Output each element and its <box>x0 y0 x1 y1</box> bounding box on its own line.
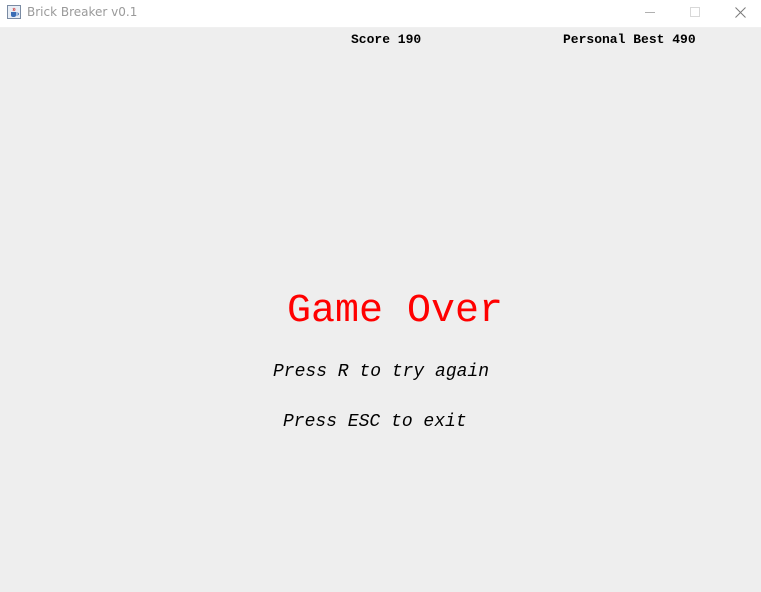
close-icon <box>735 7 746 18</box>
java-cup-icon <box>7 5 21 19</box>
window-title: Brick Breaker v0.1 <box>27 5 138 19</box>
game-canvas[interactable]: Score 190 Personal Best 490 Game Over Pr… <box>0 28 761 592</box>
app-window: Brick Breaker v0.1 Score 190 Personal Be… <box>0 0 761 592</box>
minimize-button[interactable] <box>627 0 673 27</box>
close-button[interactable] <box>717 0 761 27</box>
maximize-icon <box>690 7 700 17</box>
minimize-icon <box>645 12 655 13</box>
exit-prompt: Press ESC to exit <box>283 412 467 432</box>
score-display: Score 190 <box>351 32 422 47</box>
retry-prompt: Press R to try again <box>273 362 490 382</box>
maximize-button[interactable] <box>672 0 718 27</box>
title-bar[interactable]: Brick Breaker v0.1 <box>0 0 761 28</box>
game-over-title: Game Over <box>286 289 504 334</box>
personal-best-display: Personal Best 490 <box>563 32 696 47</box>
